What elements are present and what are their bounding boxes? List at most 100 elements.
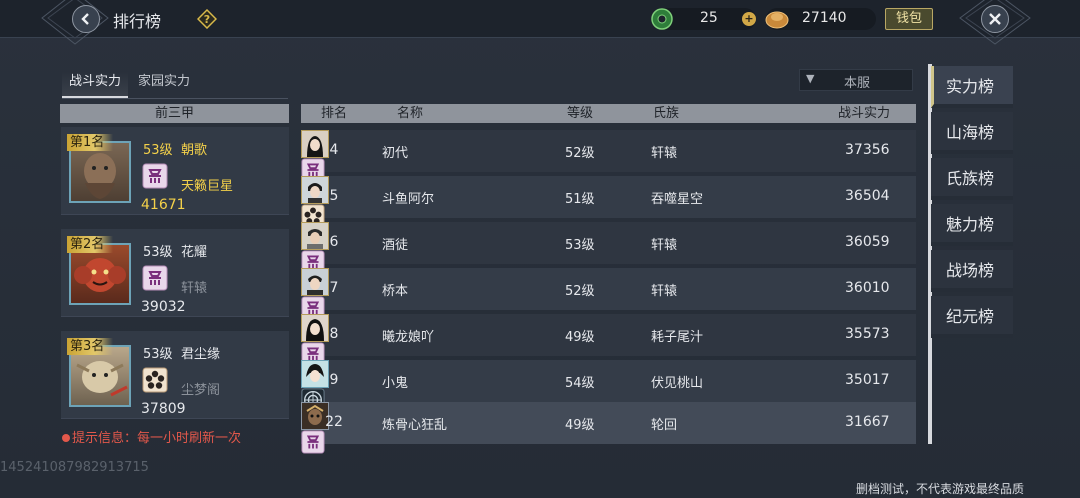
clan-name: 伏见桃山 (651, 376, 704, 391)
top-three-header: 前三甲 (60, 104, 289, 123)
sidebar-item-charm[interactable]: 魅力榜 (931, 204, 1013, 246)
clan-name: 轩辕 (651, 238, 678, 253)
player-level: 53级 (143, 347, 173, 362)
clan-name: 耗子尾汁 (651, 330, 704, 345)
sidebar-item-era[interactable]: 纪元榜 (931, 296, 1013, 338)
combat-power: 36504 (845, 188, 890, 204)
refresh-hint-text: 提示信息：每一小时刷新一次 (72, 431, 242, 446)
clan-name: 尘梦阁 (181, 383, 221, 398)
table-row[interactable]: 8 曦龙娘吖 49级 耗子尾汁 35573 (301, 314, 916, 366)
clan-emblem-icon (142, 163, 168, 189)
rank-number: 8 (329, 326, 339, 342)
top-bar: 排行榜 ? 25 + 27140 钱包 (0, 0, 1080, 45)
player-name: 小鬼 (382, 376, 409, 391)
player-name: 曦龙娘吖 (382, 330, 435, 345)
clan-emblem-icon (142, 265, 168, 291)
refresh-hint: 提示信息：每一小时刷新一次 (62, 427, 241, 446)
table-row[interactable]: 9 小鬼 54级 伏见桃山 35017 (301, 360, 916, 412)
gold-amount: 27140 (802, 10, 847, 26)
combat-power: 41671 (141, 197, 186, 213)
col-power: 战斗实力 (838, 106, 891, 121)
player-level: 53级 (565, 238, 595, 253)
player-name: 花耀 (181, 245, 208, 260)
rank-number: 22 (325, 414, 343, 430)
clan-name: 轮回 (651, 418, 678, 433)
clan-name: 天籁巨星 (181, 179, 234, 194)
rank-number: 6 (329, 234, 339, 250)
server-filter-select[interactable]: ▼ 本服 (799, 69, 913, 91)
sidebar-item-clan[interactable]: 氏族榜 (931, 158, 1013, 200)
ranking-screen: 排行榜 ? 25 + 27140 钱包 战斗实力 家园实力 ▼ 本服 前三甲 第… (0, 0, 1080, 498)
combat-power: 31667 (845, 414, 890, 430)
combat-power: 35573 (845, 326, 890, 342)
player-level: 53级 (143, 245, 173, 260)
combat-power: 39032 (141, 299, 186, 315)
top-rank-card-3[interactable]: 第3名 53级 君尘缘 尘梦阁 37809 (61, 331, 289, 419)
player-name: 朝歌 (181, 143, 208, 158)
col-name: 名称 (397, 106, 424, 121)
jade-amount: 25 (700, 10, 718, 26)
sidebar-item-strength[interactable]: 实力榜 (931, 66, 1013, 108)
table-row-self[interactable]: 22 炼骨心狂乱 49级 轮回 31667 (301, 402, 916, 454)
question-diamond-icon[interactable]: ? (197, 9, 217, 29)
combat-power: 36010 (845, 280, 890, 296)
tab-combat-power[interactable]: 战斗实力 (62, 72, 128, 98)
test-disclaimer: 删档测试，不代表游戏最终品质 (856, 482, 1025, 496)
player-level: 54级 (565, 376, 595, 391)
rank-number: 9 (329, 372, 339, 388)
player-name: 桥本 (382, 284, 409, 299)
flower-emblem-icon (142, 367, 168, 393)
rank-number: 4 (329, 142, 339, 158)
table-row[interactable]: 6 酒徒 53级 轩辕 36059 (301, 222, 916, 274)
player-name: 炼骨心狂乱 (382, 418, 448, 433)
col-rank: 排名 (321, 106, 348, 121)
close-button[interactable] (981, 5, 1009, 33)
player-level: 49级 (565, 418, 595, 433)
player-level: 52级 (565, 146, 595, 161)
table-row[interactable]: 5 斗鱼阿尔 51级 吞噬星空 36504 (301, 176, 916, 228)
top-rank-card-2[interactable]: 第2名 53级 花耀 轩辕 39032 (61, 229, 289, 317)
rank-number: 5 (329, 188, 339, 204)
tab-divider (62, 98, 288, 99)
jade-coin-icon (651, 8, 673, 30)
clan-name: 轩辕 (651, 284, 678, 299)
combat-power: 35017 (845, 372, 890, 388)
combat-power: 36059 (845, 234, 890, 250)
player-name: 初代 (382, 146, 409, 161)
sidebar-item-shanhai[interactable]: 山海榜 (931, 112, 1013, 154)
combat-power: 37356 (845, 142, 890, 158)
player-name: 斗鱼阿尔 (382, 192, 435, 207)
svg-text:?: ? (204, 13, 210, 26)
sidebar-item-battlefield[interactable]: 战场榜 (931, 250, 1013, 292)
player-level: 53级 (143, 143, 173, 158)
chevron-down-icon: ▼ (806, 72, 815, 85)
tab-home-power[interactable]: 家园实力 (134, 72, 194, 98)
top-rank-card-1[interactable]: 第1名 53级 朝歌 天籁巨星 41671 (61, 127, 289, 215)
player-id-text: 1452410879829137​15 (0, 460, 149, 475)
player-name: 君尘缘 (181, 347, 221, 362)
server-filter-value: 本服 (844, 76, 871, 91)
player-level: 52级 (565, 284, 595, 299)
clan-name: 吞噬星空 (651, 192, 704, 207)
chevron-left-icon (81, 13, 89, 25)
info-dot-icon (62, 434, 70, 442)
rank-badge: 第3名 (67, 338, 113, 355)
rank-number: 7 (329, 280, 339, 296)
player-level: 51级 (565, 192, 595, 207)
rank-badge: 第1名 (67, 134, 113, 151)
player-name: 酒徒 (382, 238, 409, 253)
combat-power: 37809 (141, 401, 186, 417)
gold-ingot-icon (765, 11, 789, 29)
page-title: 排行榜 (113, 12, 162, 31)
add-jade-plus-icon[interactable]: + (742, 12, 756, 26)
col-clan: 氏族 (653, 106, 680, 121)
player-level: 49级 (565, 330, 595, 345)
table-row[interactable]: 4 初代 52级 轩辕 37356 (301, 130, 916, 182)
wallet-button[interactable]: 钱包 (885, 8, 933, 30)
rank-badge: 第2名 (67, 236, 113, 253)
table-row[interactable]: 7 桥本 52级 轩辕 36010 (301, 268, 916, 320)
col-level: 等级 (567, 106, 594, 121)
ranking-table-header: 排名 名称 等级 氏族 战斗实力 (301, 104, 916, 123)
clan-emblem-icon (301, 430, 325, 454)
back-button[interactable] (72, 5, 100, 33)
